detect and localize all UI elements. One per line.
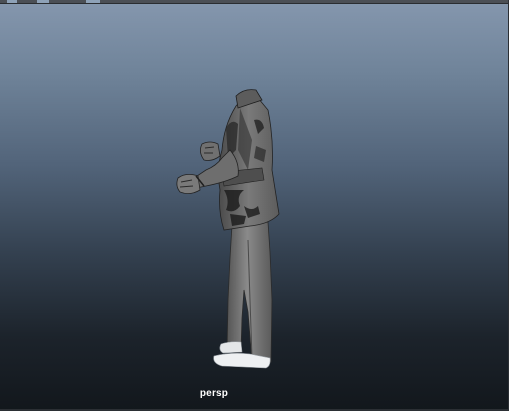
trousers [226, 221, 273, 363]
perspective-viewport[interactable]: persp [0, 0, 509, 411]
camera-name-label: persp [199, 388, 229, 399]
suit-mannequin-icon[interactable] [0, 0, 509, 411]
